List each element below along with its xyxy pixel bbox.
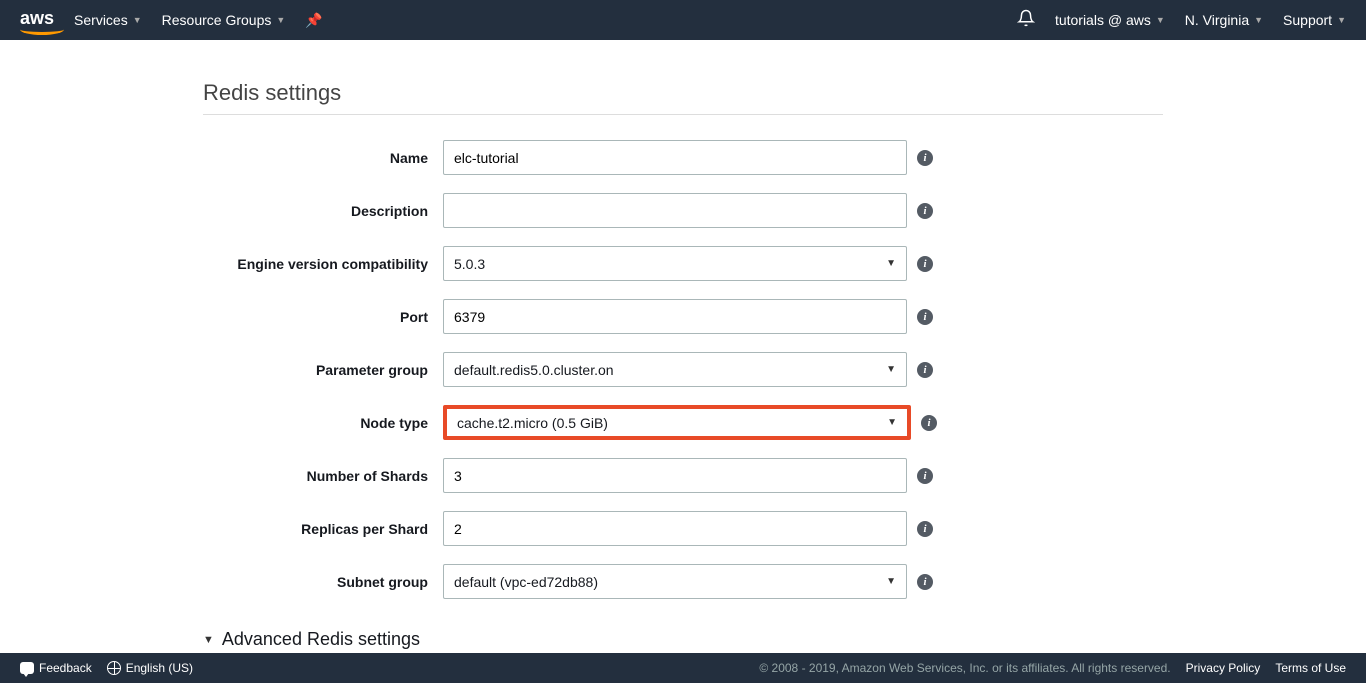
node-type-select[interactable]: cache.t2.micro (0.5 GiB) ▼ [443,405,911,440]
label-description: Description [203,203,443,219]
control-wrap: default.redis5.0.cluster.on ▼ i [443,352,933,387]
label-name: Name [203,150,443,166]
language-label: English (US) [126,661,193,675]
privacy-link[interactable]: Privacy Policy [1186,661,1261,675]
resource-groups-label: Resource Groups [162,12,272,28]
row-description: Description i [203,193,1163,228]
info-icon[interactable]: i [917,309,933,325]
bell-icon[interactable] [1017,9,1035,32]
info-icon[interactable]: i [917,362,933,378]
caret-down-icon: ▼ [133,15,142,25]
info-icon[interactable]: i [917,468,933,484]
resource-groups-menu[interactable]: Resource Groups ▼ [162,12,286,28]
label-port: Port [203,309,443,325]
caret-down-icon: ▼ [886,576,896,587]
info-icon[interactable]: i [917,574,933,590]
region-menu[interactable]: N. Virginia ▼ [1185,12,1263,28]
globe-icon [107,661,121,675]
caret-down-icon: ▼ [886,258,896,269]
region-label: N. Virginia [1185,12,1249,28]
language-selector[interactable]: English (US) [107,661,193,675]
feedback-link[interactable]: Feedback [20,661,92,675]
account-menu[interactable]: tutorials @ aws ▼ [1055,12,1165,28]
account-label: tutorials @ aws [1055,12,1151,28]
port-input[interactable] [443,299,907,334]
support-label: Support [1283,12,1332,28]
section-title: Redis settings [203,80,1163,115]
parameter-group-value: default.redis5.0.cluster.on [454,362,614,378]
label-subnet-group: Subnet group [203,574,443,590]
name-input[interactable] [443,140,907,175]
services-menu[interactable]: Services ▼ [74,12,142,28]
parameter-group-select[interactable]: default.redis5.0.cluster.on ▼ [443,352,907,387]
replicas-input[interactable] [443,511,907,546]
main-content: Redis settings Name i Description i Engi… [183,40,1183,670]
caret-down-icon: ▼ [886,364,896,375]
caret-down-icon: ▼ [276,15,285,25]
support-menu[interactable]: Support ▼ [1283,12,1346,28]
aws-logo[interactable]: aws [20,8,54,32]
control-wrap: default (vpc-ed72db88) ▼ i [443,564,933,599]
control-wrap: i [443,193,933,228]
copyright-text: © 2008 - 2019, Amazon Web Services, Inc.… [759,661,1170,675]
label-node-type: Node type [203,415,443,431]
advanced-settings-toggle[interactable]: ▼ Advanced Redis settings [203,629,1163,650]
info-icon[interactable]: i [917,203,933,219]
info-icon[interactable]: i [921,415,937,431]
top-navigation: aws Services ▼ Resource Groups ▼ 📌 tutor… [0,0,1366,40]
terms-link[interactable]: Terms of Use [1275,661,1346,675]
info-icon[interactable]: i [917,521,933,537]
topnav-right: tutorials @ aws ▼ N. Virginia ▼ Support … [1017,9,1346,32]
info-icon[interactable]: i [917,150,933,166]
caret-down-icon: ▼ [1156,15,1165,25]
control-wrap: i [443,140,933,175]
control-wrap: i [443,458,933,493]
row-node-type: Node type cache.t2.micro (0.5 GiB) ▼ i [203,405,1163,440]
row-engine-version: Engine version compatibility 5.0.3 ▼ i [203,246,1163,281]
topnav-left: aws Services ▼ Resource Groups ▼ 📌 [20,8,323,32]
row-port: Port i [203,299,1163,334]
triangle-down-icon: ▼ [203,634,214,646]
advanced-title: Advanced Redis settings [222,629,420,650]
caret-down-icon: ▼ [887,417,897,428]
pin-icon[interactable]: 📌 [305,12,322,29]
caret-down-icon: ▼ [1254,15,1263,25]
footer-left: Feedback English (US) [20,661,193,675]
engine-version-select[interactable]: 5.0.3 ▼ [443,246,907,281]
subnet-group-select[interactable]: default (vpc-ed72db88) ▼ [443,564,907,599]
feedback-label: Feedback [39,661,92,675]
info-icon[interactable]: i [917,256,933,272]
row-subnet-group: Subnet group default (vpc-ed72db88) ▼ i [203,564,1163,599]
control-wrap: i [443,299,933,334]
caret-down-icon: ▼ [1337,15,1346,25]
footer: Feedback English (US) © 2008 - 2019, Ama… [0,653,1366,683]
services-label: Services [74,12,128,28]
node-type-value: cache.t2.micro (0.5 GiB) [457,415,608,431]
label-engine-version: Engine version compatibility [203,256,443,272]
label-replicas: Replicas per Shard [203,521,443,537]
row-parameter-group: Parameter group default.redis5.0.cluster… [203,352,1163,387]
label-shards: Number of Shards [203,468,443,484]
shards-input[interactable] [443,458,907,493]
row-replicas: Replicas per Shard i [203,511,1163,546]
label-parameter-group: Parameter group [203,362,443,378]
control-wrap: cache.t2.micro (0.5 GiB) ▼ i [443,405,937,440]
description-input[interactable] [443,193,907,228]
chat-icon [20,662,34,674]
row-name: Name i [203,140,1163,175]
control-wrap: i [443,511,933,546]
row-shards: Number of Shards i [203,458,1163,493]
engine-version-value: 5.0.3 [454,256,485,272]
footer-right: © 2008 - 2019, Amazon Web Services, Inc.… [759,661,1346,675]
subnet-group-value: default (vpc-ed72db88) [454,574,598,590]
control-wrap: 5.0.3 ▼ i [443,246,933,281]
